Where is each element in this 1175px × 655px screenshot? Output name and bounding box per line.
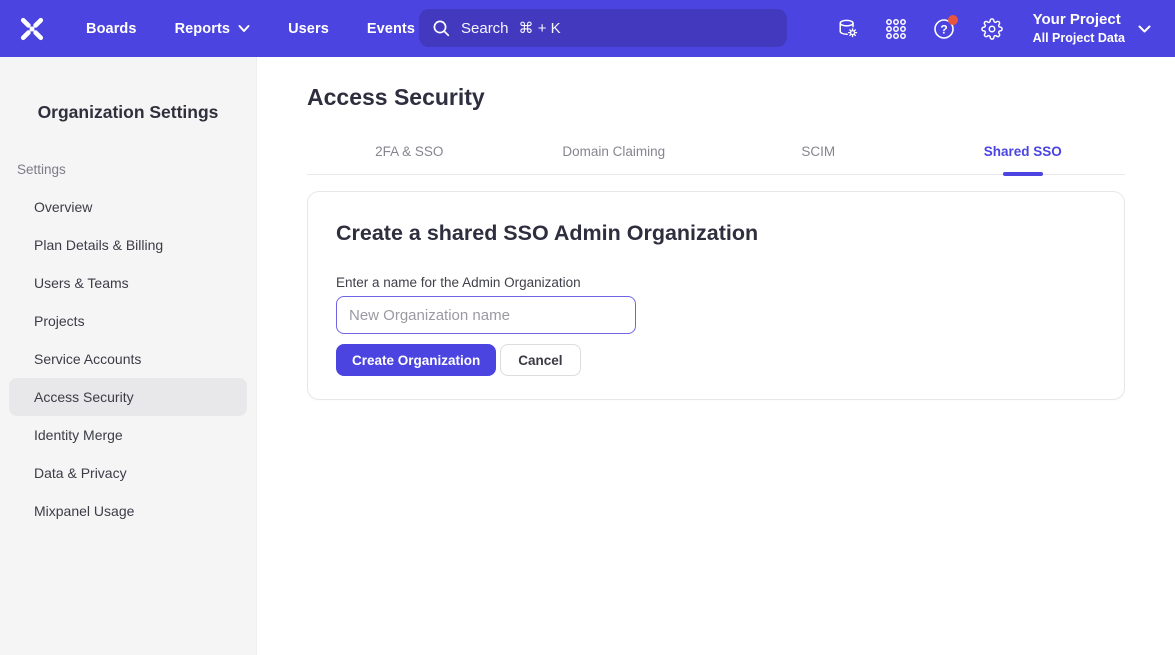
search-icon	[432, 19, 451, 38]
sidebar-item-label: Overview	[34, 199, 92, 215]
search-shortcut: ⌘ + K	[519, 19, 561, 37]
project-subtitle: All Project Data	[1033, 30, 1125, 46]
help-icon[interactable]: ?	[933, 18, 955, 40]
sidebar-nav-list: Overview Plan Details & Billing Users & …	[0, 188, 256, 530]
chevron-down-icon	[1138, 24, 1151, 34]
active-tab-underline	[1003, 172, 1043, 176]
nav-item-label: Users	[288, 21, 329, 37]
sidebar-section-label: Settings	[17, 162, 256, 177]
card-title: Create a shared SSO Admin Organization	[336, 221, 1096, 246]
tab-scim[interactable]: SCIM	[716, 144, 921, 174]
tab-label: SCIM	[801, 144, 835, 159]
nav-item-boards[interactable]: Boards	[86, 21, 137, 37]
nav-item-label: Reports	[175, 21, 231, 37]
sidebar-item-label: Plan Details & Billing	[34, 237, 163, 253]
top-navbar: Boards Reports Users Events Search ⌘ + K	[0, 0, 1175, 57]
nav-item-label: Events	[367, 21, 415, 37]
apps-grid-icon[interactable]	[885, 18, 907, 40]
sidebar-item-data-privacy[interactable]: Data & Privacy	[9, 454, 247, 492]
sidebar-item-label: Access Security	[34, 389, 134, 405]
mixpanel-logo-icon[interactable]	[18, 15, 46, 43]
sidebar-item-label: Users & Teams	[34, 275, 129, 291]
sidebar-item-overview[interactable]: Overview	[9, 188, 247, 226]
create-organization-button[interactable]: Create Organization	[336, 344, 496, 376]
tab-label: Domain Claiming	[562, 144, 665, 159]
primary-nav: Boards Reports Users Events	[86, 21, 415, 37]
settings-sidebar: Organization Settings Settings Overview …	[0, 57, 257, 655]
sidebar-item-label: Data & Privacy	[34, 465, 127, 481]
chevron-down-icon	[238, 24, 250, 33]
settings-gear-icon[interactable]	[981, 18, 1003, 40]
notification-dot	[948, 15, 958, 25]
sidebar-item-service-accounts[interactable]: Service Accounts	[9, 340, 247, 378]
tab-label: 2FA & SSO	[375, 144, 443, 159]
org-name-field-label: Enter a name for the Admin Organization	[336, 275, 1096, 290]
card-actions: Create Organization Cancel	[336, 344, 1096, 376]
sidebar-item-label: Mixpanel Usage	[34, 503, 134, 519]
search-placeholder: Search	[461, 20, 509, 37]
cancel-button[interactable]: Cancel	[500, 344, 580, 376]
sidebar-item-label: Service Accounts	[34, 351, 141, 367]
search-input[interactable]: Search ⌘ + K	[419, 9, 787, 47]
sidebar-item-users-teams[interactable]: Users & Teams	[9, 264, 247, 302]
project-name: Your Project	[1033, 11, 1125, 30]
create-sso-org-card: Create a shared SSO Admin Organization E…	[307, 191, 1125, 400]
tab-label: Shared SSO	[984, 144, 1062, 159]
org-name-input[interactable]	[336, 296, 636, 334]
navbar-right-cluster: ? Your Project All Project Data	[837, 11, 1151, 46]
sidebar-item-access-security[interactable]: Access Security	[9, 378, 247, 416]
sidebar-item-projects[interactable]: Projects	[9, 302, 247, 340]
tab-2fa-sso[interactable]: 2FA & SSO	[307, 144, 512, 174]
sidebar-title: Organization Settings	[0, 102, 256, 123]
nav-item-events[interactable]: Events	[367, 21, 415, 37]
sidebar-item-mixpanel-usage[interactable]: Mixpanel Usage	[9, 492, 247, 530]
project-selector-text: Your Project All Project Data	[1033, 11, 1125, 46]
svg-text:?: ?	[940, 22, 947, 36]
nav-item-reports[interactable]: Reports	[175, 21, 251, 37]
tab-bar: 2FA & SSO Domain Claiming SCIM Shared SS…	[307, 144, 1125, 175]
sidebar-item-label: Identity Merge	[34, 427, 123, 443]
project-selector[interactable]: Your Project All Project Data	[1033, 11, 1151, 46]
tab-domain-claiming[interactable]: Domain Claiming	[512, 144, 717, 174]
nav-item-users[interactable]: Users	[288, 21, 329, 37]
nav-item-label: Boards	[86, 21, 137, 37]
page-title: Access Security	[307, 84, 1125, 111]
data-management-icon[interactable]	[837, 18, 859, 40]
tab-shared-sso[interactable]: Shared SSO	[921, 144, 1126, 174]
sidebar-item-identity-merge[interactable]: Identity Merge	[9, 416, 247, 454]
sidebar-item-plan-details-billing[interactable]: Plan Details & Billing	[9, 226, 247, 264]
sidebar-item-label: Projects	[34, 313, 85, 329]
main-content: Access Security 2FA & SSO Domain Claimin…	[257, 57, 1175, 655]
